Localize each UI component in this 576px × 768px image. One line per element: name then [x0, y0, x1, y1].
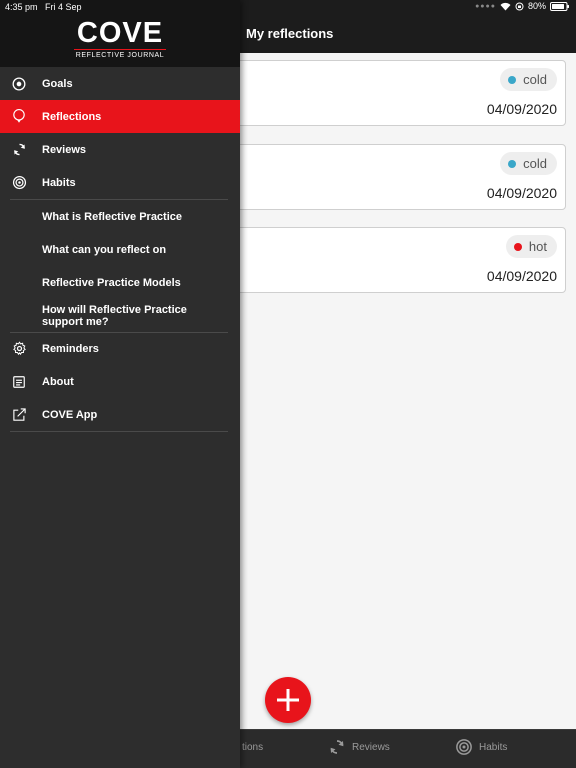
plus-icon: [277, 689, 299, 711]
tag-dot: [508, 159, 517, 168]
tab-reflections[interactable]: tions: [242, 742, 263, 753]
refresh-icon: [11, 142, 27, 158]
temperature-tag: cold: [500, 152, 557, 175]
wifi-icon: [500, 2, 511, 10]
drawer-divider: [10, 431, 228, 432]
tab-reviews[interactable]: Reviews: [328, 738, 390, 756]
status-date: Fri 4 Sep: [45, 2, 82, 12]
drawer-item-label: Reviews: [42, 143, 87, 156]
add-reflection-button[interactable]: [265, 677, 311, 723]
drawer-item-goals[interactable]: Goals: [0, 67, 240, 100]
target-icon: [11, 175, 27, 191]
drawer-item-what-can-you-reflect-on[interactable]: What can you reflect on: [0, 233, 240, 266]
drawer-item-what-is-reflective-practice[interactable]: What is Reflective Practice: [0, 200, 240, 233]
tab-reflections-label: tions: [242, 742, 264, 753]
radio-target-icon: [11, 76, 27, 92]
drawer-item-reflections[interactable]: Reflections: [0, 100, 240, 133]
drawer-item-about[interactable]: About: [0, 365, 240, 398]
drawer-item-label: How will Reflective Practice support me?: [42, 303, 187, 328]
drawer-item-label: Habits: [42, 176, 76, 189]
drawer-item-label: Reflections: [42, 110, 102, 123]
reflection-date: 04/09/2020: [486, 185, 557, 201]
external-link-icon: [11, 407, 27, 423]
drawer-item-label: Reflective Practice Models: [42, 276, 181, 289]
battery-percentage: 80%: [527, 1, 546, 11]
orientation-lock-icon: [515, 2, 524, 10]
drawer-item-label: Reminders: [42, 342, 99, 355]
drawer-item-how-will-reflective-practice-support-me[interactable]: How will Reflective Practice support me?: [0, 299, 240, 332]
document-icon: [11, 374, 27, 390]
tab-habits-label: Habits: [479, 741, 508, 753]
refresh-icon: [330, 740, 344, 754]
tag-dot: [513, 242, 522, 251]
drawer-item-label: What is Reflective Practice: [42, 210, 183, 223]
balloon-icon: [11, 109, 27, 125]
status-bar: 4:35 pm Fri 4 Sep ●●●● 80%: [0, 0, 576, 14]
tag-label: cold: [523, 72, 547, 87]
drawer-item-reviews[interactable]: Reviews: [0, 133, 240, 166]
reflection-date: 04/09/2020: [486, 101, 557, 117]
cove-logo-subtitle: REFLECTIVE JOURNAL: [74, 49, 166, 59]
tag-label: hot: [528, 239, 547, 254]
status-indicators: ●●●● 80%: [475, 1, 570, 11]
tab-habits[interactable]: Habits: [455, 738, 507, 756]
page-title: My reflections: [246, 26, 334, 41]
gear-icon: [11, 341, 27, 357]
temperature-tag: hot: [505, 235, 557, 258]
drawer-item-cove-app[interactable]: COVE App: [0, 398, 240, 431]
temperature-tag: cold: [500, 68, 557, 91]
drawer-item-reminders[interactable]: Reminders: [0, 332, 240, 365]
status-time: 4:35 pm Fri 4 Sep: [5, 2, 82, 12]
cellular-dots-icon: ●●●●: [475, 2, 496, 10]
cove-logo: COVE: [76, 17, 164, 49]
tag-dot: [508, 75, 517, 84]
tab-reviews-label: Reviews: [352, 741, 390, 753]
drawer-item-label: About: [42, 375, 74, 388]
drawer-item-reflective-practice-models[interactable]: Reflective Practice Models: [0, 266, 240, 299]
drawer-item-label: What can you reflect on: [42, 243, 167, 256]
drawer-item-label: Goals: [42, 77, 73, 90]
tag-label: cold: [523, 156, 547, 171]
reflection-date: 04/09/2020: [486, 268, 557, 284]
target-icon: [456, 739, 472, 755]
drawer-item-label: COVE App: [42, 408, 98, 421]
navigation-drawer: COVE REFLECTIVE JOURNAL Goals Reflection…: [0, 0, 240, 768]
battery-icon: [550, 1, 569, 11]
status-clock: 4:35 pm: [5, 2, 38, 12]
drawer-item-habits[interactable]: Habits: [0, 166, 240, 199]
